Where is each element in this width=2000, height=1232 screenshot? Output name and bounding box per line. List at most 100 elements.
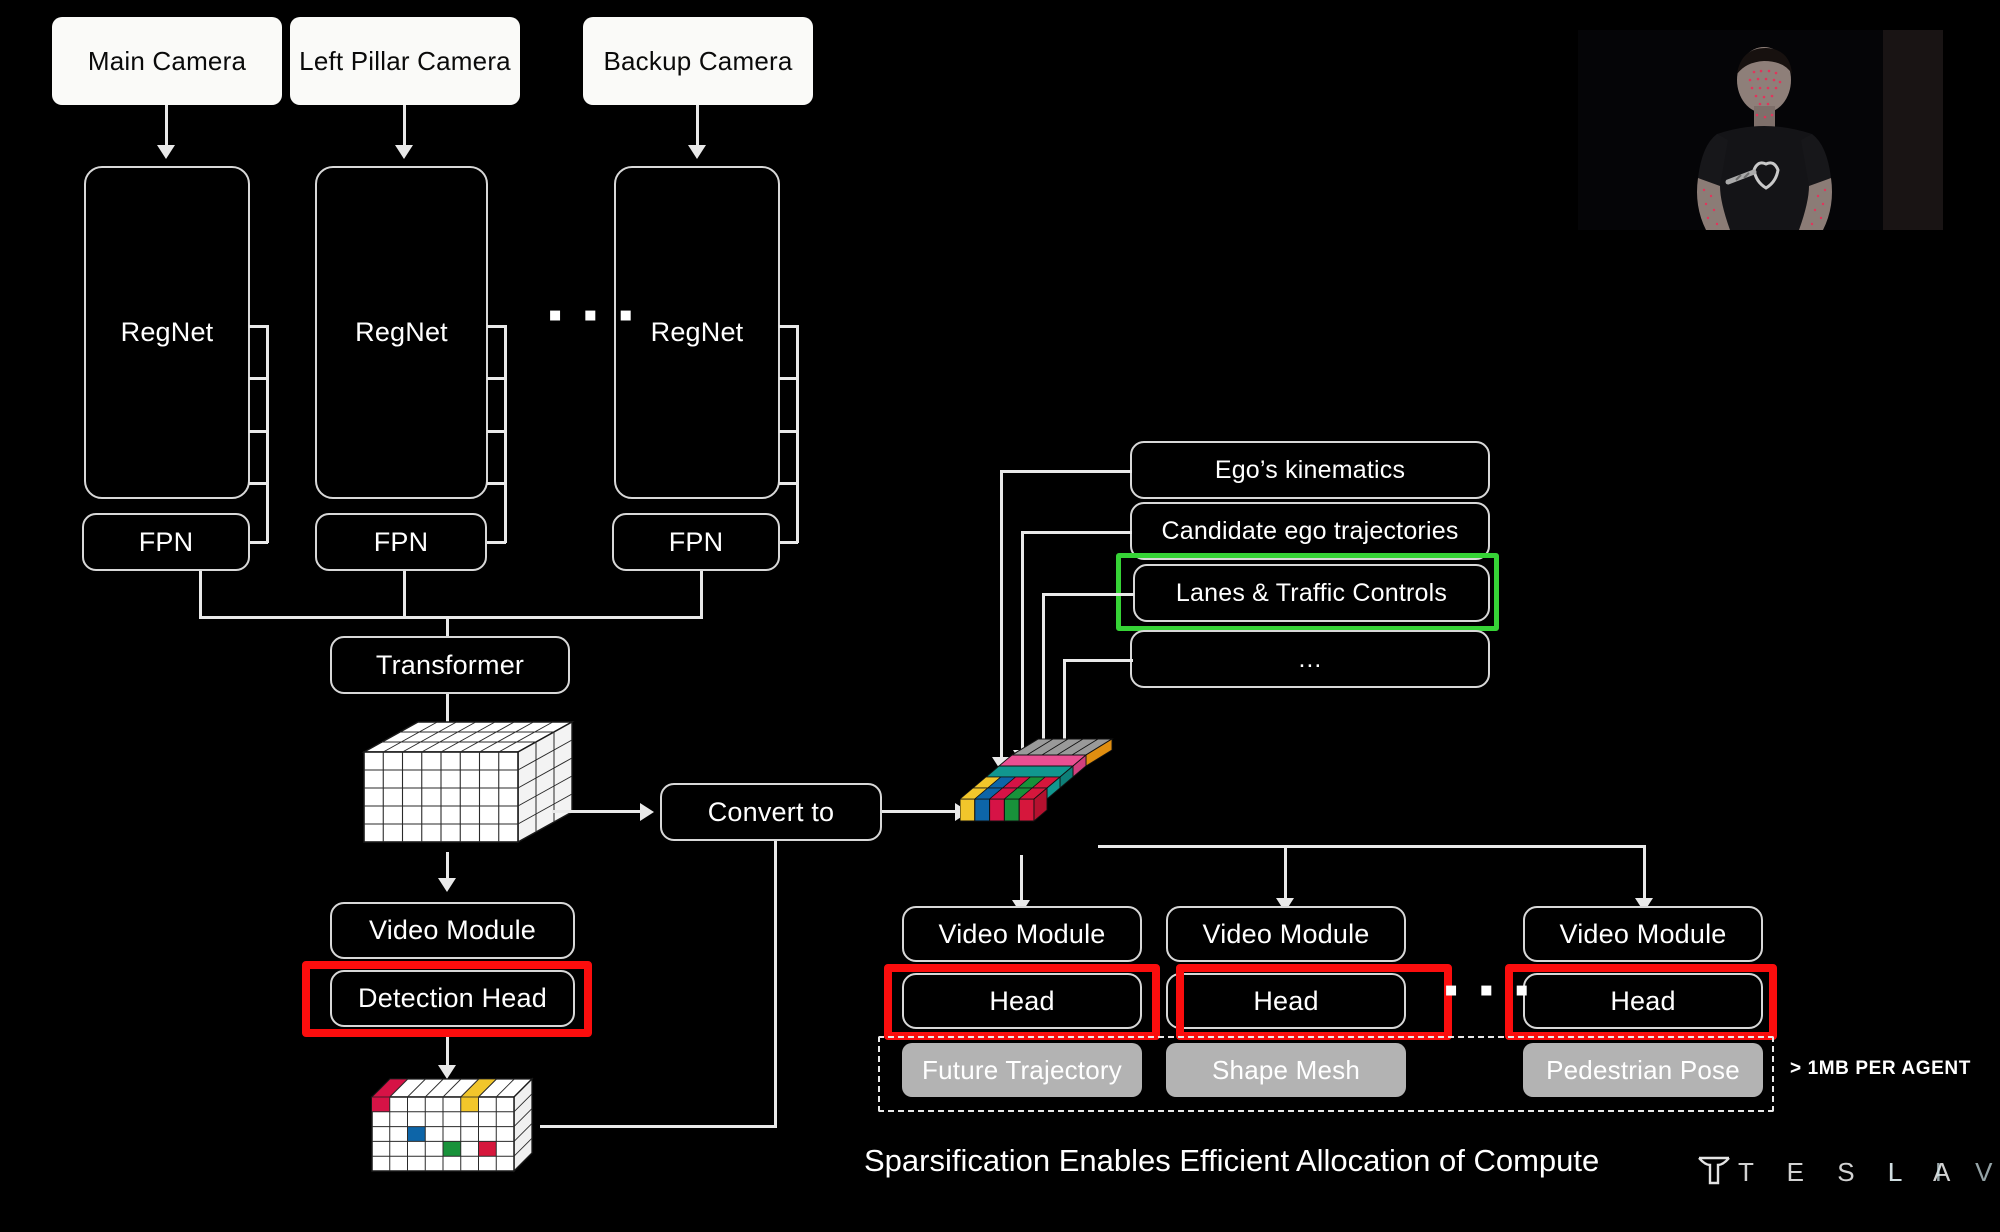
context-box-lanes-traffic-controls[interactable]: Lanes & Traffic Controls (1133, 564, 1490, 622)
regnet2-tap-b (487, 377, 507, 380)
slide-canvas: Main Camera Left Pillar Camera Backup Ca… (0, 0, 2000, 1232)
agent-video-module-3[interactable]: Video Module (1523, 906, 1763, 962)
context-label: Lanes & Traffic Controls (1175, 578, 1448, 607)
regnet-label: RegNet (120, 317, 214, 347)
connector-cam1-regnet (165, 105, 168, 147)
agent-head-1[interactable]: Head (902, 973, 1142, 1029)
regnet-box-3[interactable]: RegNet (614, 166, 780, 499)
convert-to-box[interactable]: Convert to (660, 783, 882, 841)
regnet-box-2[interactable]: RegNet (315, 166, 488, 499)
agent-head-2[interactable]: Head (1166, 973, 1406, 1029)
camera-label: Backup Camera (603, 45, 793, 76)
sparse-detection-grid (368, 1075, 536, 1180)
camera-box-left-pillar[interactable]: Left Pillar Camera (290, 17, 520, 105)
agent-token-slab (958, 735, 1120, 850)
regnet-label: RegNet (355, 317, 448, 347)
regnet3-tap-b (779, 377, 799, 380)
tesla-t-icon (1698, 1156, 1730, 1185)
ctx2-leader-h (1021, 531, 1132, 534)
regnet2-tap-d (487, 482, 507, 485)
sparsegrid-to-convert-v (774, 838, 777, 1128)
head-label: Head (989, 985, 1055, 1016)
context-box-candidate-trajectories[interactable]: Candidate ego trajectories (1130, 502, 1490, 560)
presenter-figure (1578, 30, 1943, 230)
slab-branch-bus (1098, 845, 1646, 848)
arrowhead-cam3 (688, 145, 706, 159)
densecube-to-convert (552, 810, 642, 813)
bus-to-col2 (1284, 845, 1287, 902)
regnet3-tap-d (779, 482, 799, 485)
detection-head-label: Detection Head (358, 983, 547, 1013)
regnet3-tap-bus (796, 325, 799, 543)
context-label: Candidate ego trajectories (1161, 516, 1459, 545)
agent-video-module-2[interactable]: Video Module (1166, 906, 1406, 962)
slide-caption: Sparsification Enables Efficient Allocat… (864, 1143, 1600, 1178)
regnet2-tap-bus (504, 325, 507, 543)
arrowhead-cam1 (157, 145, 175, 159)
arrowhead-left-videomodule (438, 878, 456, 892)
arrowhead-convert-left (640, 803, 654, 821)
dense-feature-cube (358, 716, 578, 856)
regnet-ellipsis: ▪ ▪ ▪ (548, 293, 638, 337)
context-box-more[interactable]: … (1130, 630, 1490, 688)
fpn2-down (403, 571, 406, 618)
head-label: Head (1253, 985, 1319, 1016)
sparse-grid-svg (370, 1077, 534, 1173)
fpn-box-3[interactable]: FPN (612, 513, 780, 571)
regnet1-tap-d (249, 482, 269, 485)
regnet3-tap-a (779, 325, 799, 328)
ctx3-leader-v (1042, 593, 1045, 748)
regnet-label: RegNet (650, 317, 744, 347)
head-label: Head (1610, 985, 1676, 1016)
live-wordmark: L I V E (1888, 1157, 2000, 1187)
ctx1-leader-v (1000, 470, 1003, 760)
agent-head-3[interactable]: Head (1523, 973, 1763, 1029)
fpn-merge-bus (199, 616, 703, 619)
connector-cam2-regnet (403, 105, 406, 147)
fpn3-down (700, 571, 703, 618)
video-module-label: Video Module (938, 918, 1106, 949)
ctx4-leader-v (1063, 659, 1066, 742)
ctx2-leader-v (1021, 531, 1024, 753)
fpn-label: FPN (373, 526, 429, 557)
fpn-box-1[interactable]: FPN (82, 513, 250, 571)
video-module-label: Video Module (368, 915, 537, 945)
fpn-label: FPN (668, 526, 724, 557)
fpn-label: FPN (138, 526, 194, 557)
detection-head-box[interactable]: Detection Head (330, 970, 575, 1027)
fpn-box-2[interactable]: FPN (315, 513, 487, 571)
camera-box-main[interactable]: Main Camera (52, 17, 282, 105)
ctx4-leader-h (1063, 659, 1133, 662)
regnet2-tap-c (487, 430, 507, 433)
video-module-label: Video Module (1559, 918, 1727, 949)
regnet1-tap-c (249, 430, 269, 433)
convert-to-slab (882, 810, 957, 813)
bus-to-col3 (1643, 845, 1646, 902)
transformer-label: Transformer (375, 649, 525, 680)
agent-video-module-1[interactable]: Video Module (902, 906, 1142, 962)
regnet1-tap-a (249, 325, 269, 328)
per-agent-memory-note: > 1MB PER AGENT (1790, 1058, 1971, 1079)
regnet1-tap-bus (266, 325, 269, 543)
fpn1-down (199, 571, 202, 618)
left-video-module-box[interactable]: Video Module (330, 902, 575, 959)
token-slab-svg (958, 738, 1114, 822)
slab-to-col1 (1020, 855, 1023, 904)
per-agent-output-region (878, 1036, 1774, 1112)
context-label: … (1297, 644, 1323, 673)
transformer-box[interactable]: Transformer (330, 636, 570, 694)
camera-label: Main Camera (87, 45, 247, 76)
ctx3-leader-h (1042, 593, 1134, 596)
context-box-ego-kinematics[interactable]: Ego’s kinematics (1130, 441, 1490, 499)
ctx1-leader-h (1000, 470, 1132, 473)
convert-to-label: Convert to (707, 796, 835, 827)
regnet-box-1[interactable]: RegNet (84, 166, 250, 499)
connector-cam3-regnet (696, 105, 699, 147)
dense-cube-svg (361, 720, 575, 844)
agent-columns-ellipsis: ▪ ▪ ▪ (1444, 968, 1534, 1012)
arrowhead-cam2 (395, 145, 413, 159)
presenter-video-feed[interactable] (1578, 30, 1943, 230)
video-module-label: Video Module (1202, 918, 1370, 949)
camera-box-backup[interactable]: Backup Camera (583, 17, 813, 105)
regnet2-tap-a (487, 325, 507, 328)
